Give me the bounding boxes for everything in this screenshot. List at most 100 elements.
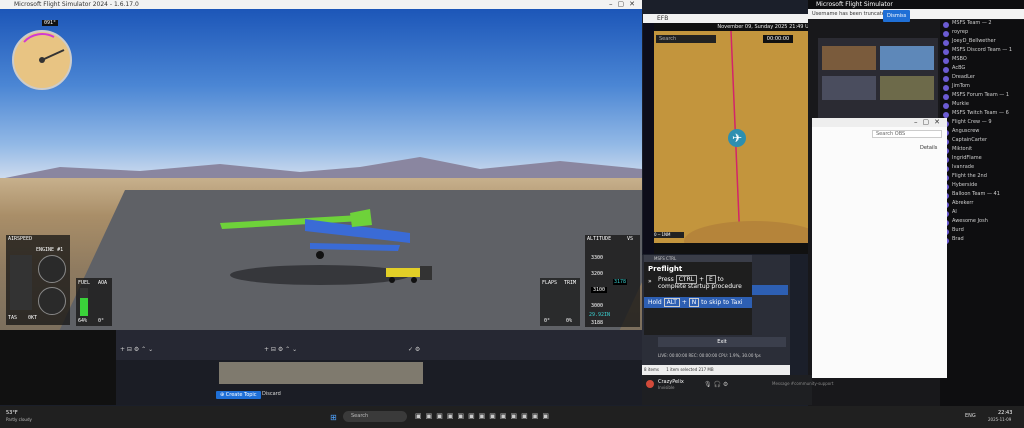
bar-items: 8 items (644, 367, 659, 372)
discord-footer[interactable]: CrazyPelix Invisible 🎙 🎧 ⚙ Message #comm… (642, 375, 833, 405)
details-button[interactable]: Details (920, 145, 937, 151)
chat-line[interactable]: MSFS Forum Team — 1 (940, 92, 1024, 101)
explorer-window[interactable]: –▢✕ Search OBS Details (812, 118, 947, 378)
flaps-trim-panel: FLAPS TRIM 0° 0% (540, 278, 580, 326)
chat-line[interactable]: DreadLer (940, 74, 1024, 83)
truncation-notice: Username has been truncated. Dismiss (808, 9, 1024, 22)
chat-line[interactable]: Miktonit (940, 146, 1024, 155)
chat-line[interactable]: MSFS Team — 2 (940, 20, 1024, 29)
chat-line[interactable]: Burd (940, 227, 1024, 236)
compass-rose (12, 30, 72, 90)
chat-line[interactable]: Awesome Josh (940, 218, 1024, 227)
dock-controls-right[interactable]: ✓ ⚙ (408, 346, 420, 353)
key-n: N (688, 298, 700, 307)
chat-line[interactable]: royrep (940, 29, 1024, 38)
chat-user-list[interactable]: MSFS Team — 2 royrep JoeyD_Bellwether MS… (940, 20, 1024, 415)
flight-sim-window[interactable]: Microsoft Flight Simulator 2024 - 1.6.17… (0, 0, 642, 330)
chat-line[interactable]: CaptainCarter (940, 137, 1024, 146)
chat-line[interactable]: Flight Crew — 9 (940, 119, 1024, 128)
altitude-readout: 3178 (613, 279, 628, 285)
avatar[interactable] (646, 380, 654, 388)
sim-title: Microsoft Flight Simulator 2024 - 1.6.17… (0, 0, 642, 9)
obs-source-selected[interactable] (752, 285, 788, 295)
clock-date: 2025-11-09 (988, 417, 1012, 422)
explorer-search-input[interactable]: Search OBS (872, 130, 942, 138)
clock-time[interactable]: 22:43 (998, 410, 1012, 416)
mountains (0, 157, 642, 179)
alt-tick-2: 3200 (591, 271, 604, 277)
weather-temp[interactable]: 53°F (6, 410, 18, 416)
chat-line[interactable]: IngridFlame (940, 155, 1024, 164)
twitch-video-thumbnails[interactable] (818, 38, 938, 118)
flaps-label: FLAPS (542, 280, 558, 286)
aircraft-position-icon[interactable]: ✈ (728, 129, 746, 147)
message-input[interactable]: Message #community-support (772, 381, 833, 386)
baro-setting: 29.92IN (589, 312, 611, 318)
dock-controls-left[interactable]: + ⊟ ⚙ ⌃ ⌄ (120, 346, 153, 353)
chat-line[interactable]: Brad (940, 236, 1024, 245)
preflight-popup[interactable]: MSFS CTRL Preflight » Press CTRL + E to … (644, 255, 752, 335)
thumbnail-1[interactable] (822, 46, 876, 70)
step1-prefix: Press (658, 276, 674, 283)
obs-exit-button[interactable]: Exit (658, 337, 786, 347)
chat-line[interactable]: Flight the 2nd (940, 173, 1024, 182)
chat-line[interactable]: Hyberside (940, 182, 1024, 191)
fuel-label: FUEL (78, 280, 91, 286)
chat-line[interactable]: MSFS Discord Team — 1 (940, 47, 1024, 56)
chat-line[interactable]: Murkie (940, 101, 1024, 110)
efb-title: EFB (643, 14, 819, 23)
step2-prefix: Hold (648, 299, 662, 306)
lang-indicator[interactable]: ENG (965, 413, 976, 419)
create-topic-button[interactable]: ⊕ Create Topic (216, 391, 261, 399)
tug-vehicle (380, 262, 436, 284)
dock-controls-mid[interactable]: + ⊟ ⚙ ⌃ ⌄ (264, 346, 297, 353)
taskbar[interactable]: 53°F Partly cloudy ⊞ Search ▣▣▣▣▣▣▣▣▣▣▣▣… (0, 406, 1024, 428)
sim-window-controls[interactable]: –▢✕ (609, 0, 640, 8)
chat-line[interactable]: Ivanrade (940, 164, 1024, 173)
discard-button[interactable]: Discard (262, 391, 281, 397)
dismiss-button[interactable]: Dismiss (883, 10, 911, 22)
chat-line[interactable]: MSFS Twitch Team — 6 (940, 110, 1024, 119)
engine-temp-gauge (38, 287, 66, 315)
efb-side-rail[interactable] (643, 23, 654, 254)
flaps-value: 0° (544, 318, 551, 324)
taskbar-search[interactable]: Search (343, 411, 407, 422)
obs-dock-bar[interactable]: + ⊟ ⚙ ⌃ ⌄ + ⊟ ⚙ ⌃ ⌄ ✓ ⚙ (116, 330, 642, 360)
engine-rpm-gauge (38, 255, 66, 283)
items-status: 1 item selected 217 MB (666, 367, 714, 372)
trim-label: TRIM (564, 280, 577, 286)
chat-line[interactable]: JoeyD_Bellwether (940, 38, 1024, 47)
heading-readout: 091° (42, 20, 59, 26)
explorer-window-controls[interactable]: –▢✕ (914, 118, 945, 126)
clip-editor[interactable]: ⊕ Create Topic Discard (116, 360, 642, 405)
map-scale: 0 ─ 1NM (654, 232, 684, 238)
chat-line[interactable]: JimTom (940, 83, 1024, 92)
alt-tick-3: 3100 (591, 287, 608, 293)
thumbnail-4[interactable] (880, 76, 934, 100)
taskbar-app-icons[interactable]: ▣▣▣▣▣▣▣▣▣▣▣▣▣ (415, 412, 553, 420)
chat-line[interactable]: Balloon Team — 41 (940, 191, 1024, 200)
key-alt: ALT (663, 298, 680, 307)
step-skip-taxi[interactable]: Hold ALT + N to skip to Taxi (644, 297, 752, 308)
thumbnail-3[interactable] (822, 76, 876, 100)
twitch-title: Microsoft Flight Simulator (808, 0, 1024, 9)
fuel-pct: 64% (78, 318, 88, 324)
popup-title: MSFS CTRL (644, 255, 752, 262)
thumbnail-2[interactable] (880, 46, 934, 70)
step-startup: » Press CTRL + E to complete startup pro… (648, 275, 742, 290)
chat-line[interactable]: Abrekerr (940, 200, 1024, 209)
clip-preview (219, 362, 423, 384)
engine-label: ENGINE #1 (36, 247, 64, 253)
chat-line[interactable]: MSBO (940, 56, 1024, 65)
explorer-titlebar: –▢✕ (812, 118, 947, 127)
chat-line[interactable]: AcBG (940, 65, 1024, 74)
user-status: Invisible (658, 385, 675, 390)
efb-bottom-toolbar[interactable] (654, 243, 819, 254)
chat-line[interactable]: Al (940, 209, 1024, 218)
obs-item-status: 8 items 1 item selected 217 MB (642, 365, 790, 375)
efb-map-window[interactable]: EFB November 09, Sunday 2025 21:49 UTC S… (643, 14, 819, 254)
chat-line[interactable]: Anguscrew (940, 128, 1024, 137)
mic-headset-settings-icons[interactable]: 🎙 🎧 ⚙ (704, 381, 728, 388)
airspeed-label: AIRSPEED (8, 236, 33, 242)
start-icon[interactable]: ⊞ (330, 413, 337, 422)
